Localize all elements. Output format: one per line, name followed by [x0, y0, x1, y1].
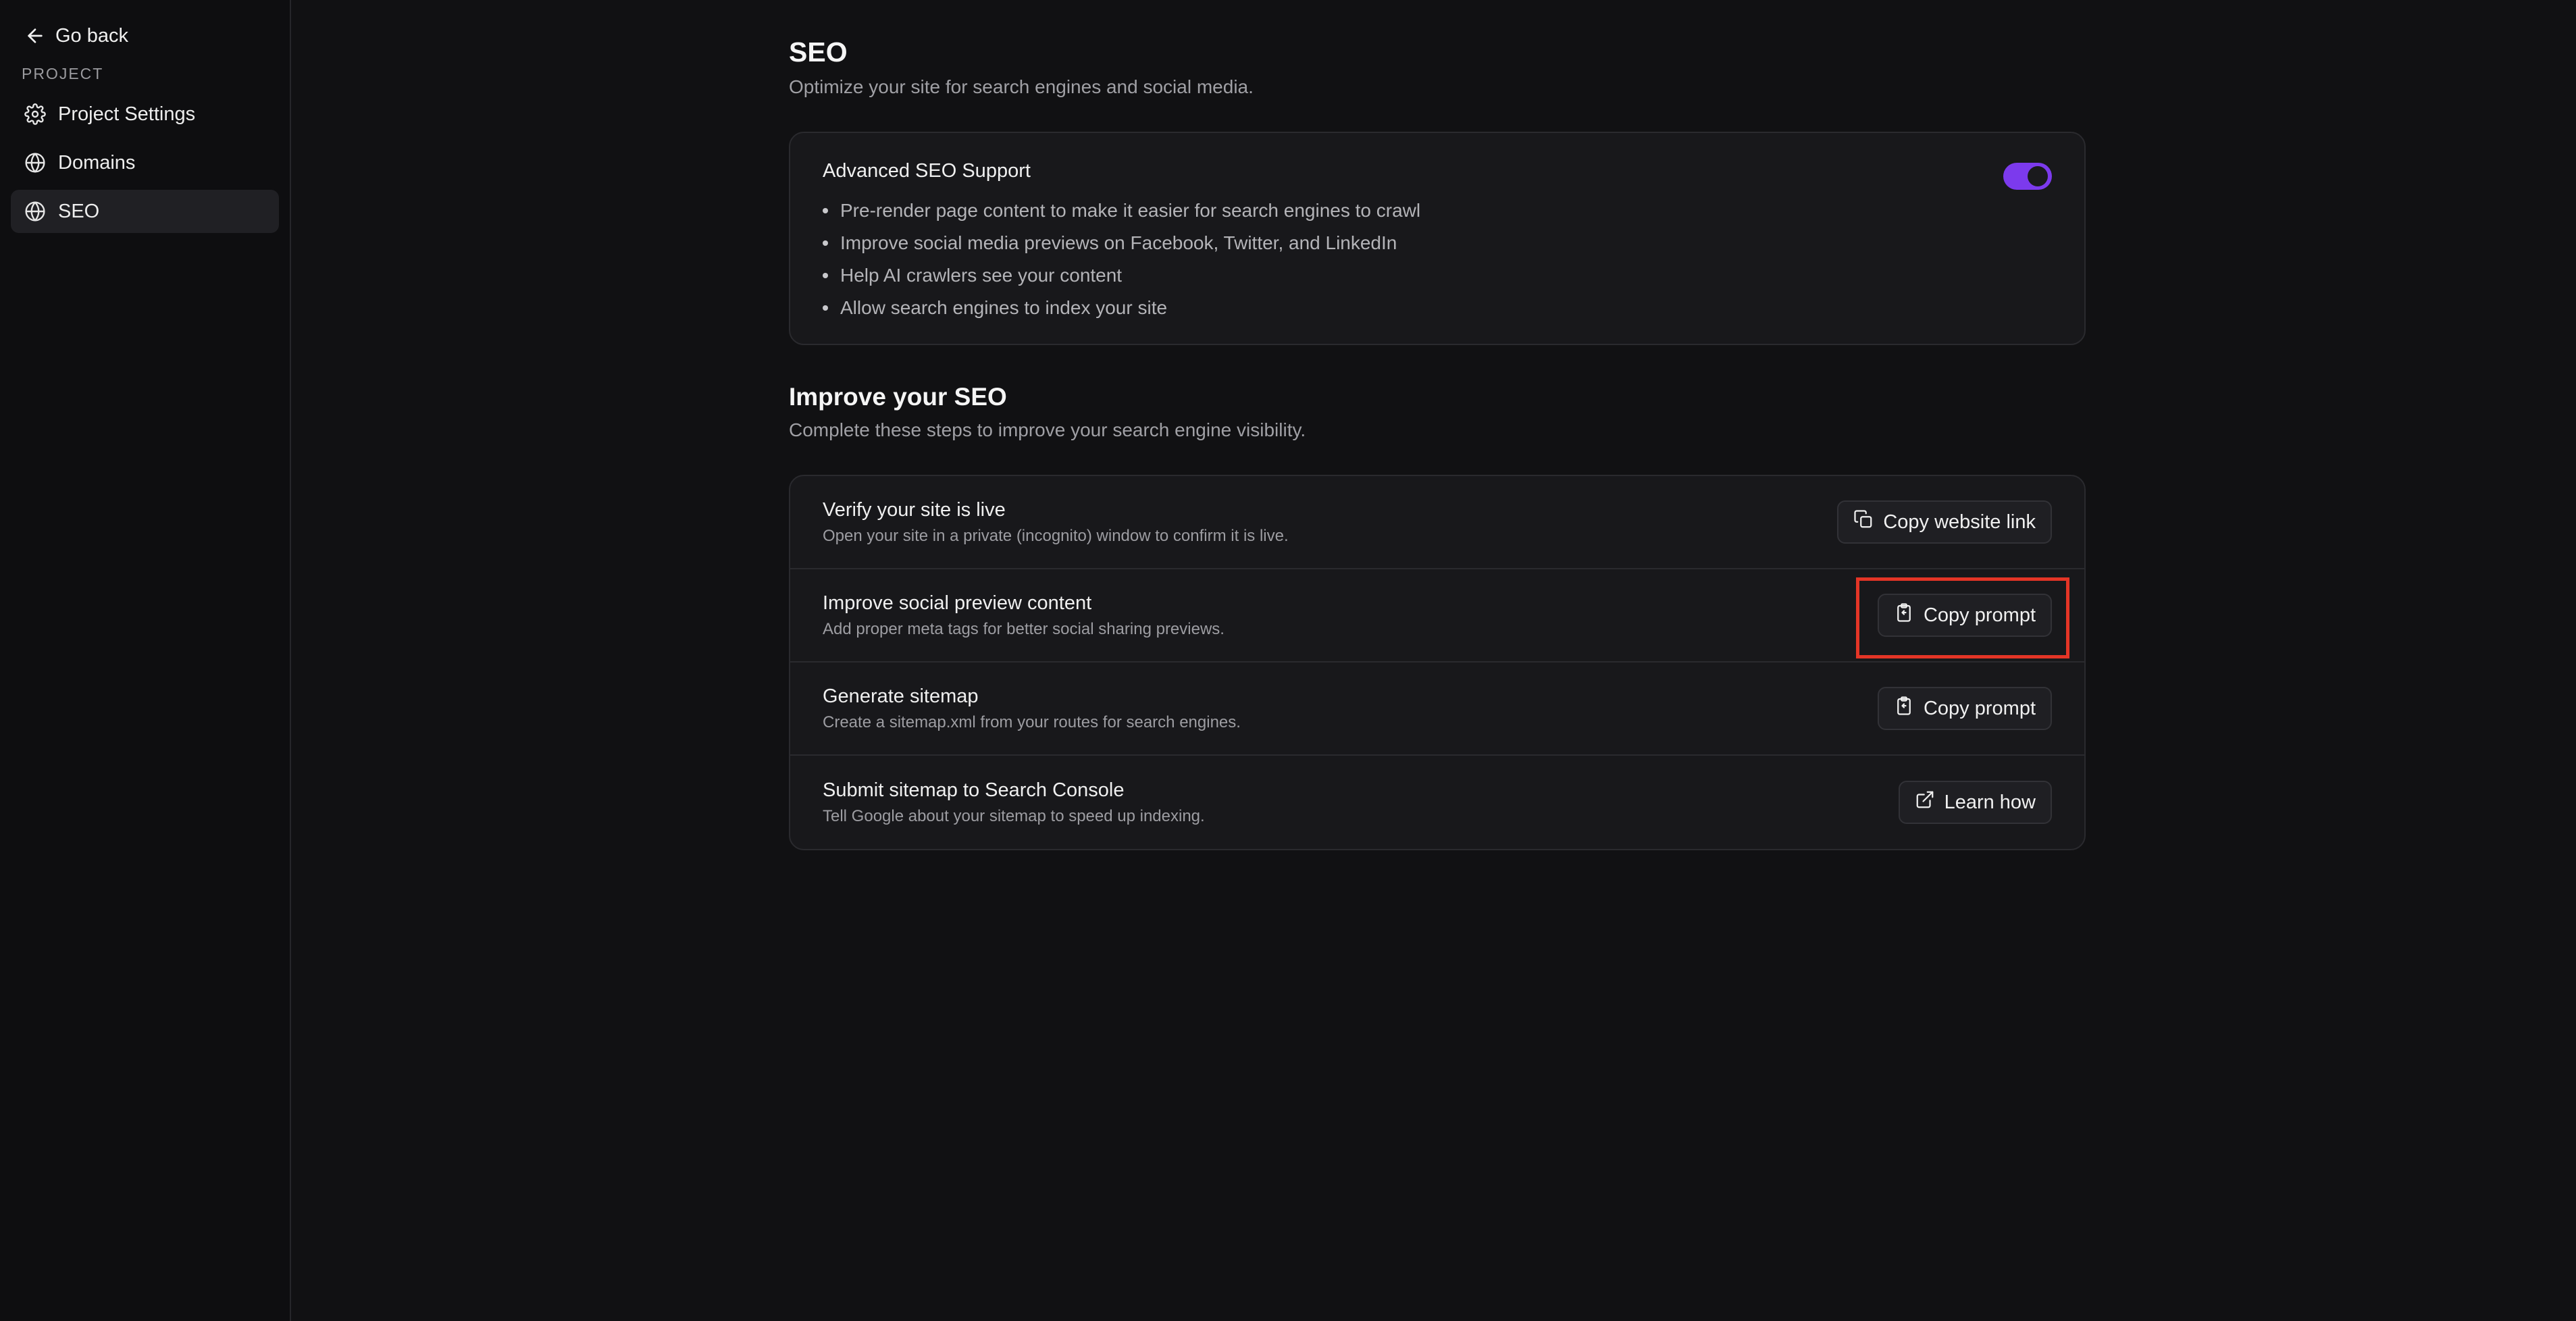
page-subtitle: Optimize your site for search engines an… [789, 76, 1254, 97]
step-description: Tell Google about your sitemap to speed … [823, 806, 1205, 825]
bullet-text: Pre-render page content to make it easie… [840, 200, 1421, 221]
step-social-preview: Improve social preview content Add prope… [790, 569, 2084, 663]
gear-icon [24, 103, 46, 125]
step-text: Verify your site is live Open your site … [823, 499, 1289, 546]
globe-icon [24, 152, 46, 174]
bullet-text: Improve social media previews on Faceboo… [840, 232, 1397, 253]
copy-prompt-button[interactable]: Copy prompt [1877, 687, 2052, 730]
step-title: Improve social preview content [823, 592, 1092, 614]
sidebar-item-domains[interactable]: Domains [11, 141, 279, 184]
globe-icon [24, 201, 46, 222]
advanced-seo-card: Advanced SEO Support Pre-render page con… [789, 132, 2086, 345]
external-link-icon [1915, 789, 1935, 815]
clipboard-icon [1894, 602, 1914, 628]
copy-prompt-button[interactable]: Copy prompt [1877, 594, 2052, 637]
step-title: Submit sitemap to Search Console [823, 779, 1125, 801]
app-root: Go back PROJECT Project Settings Domains… [0, 0, 2576, 1321]
go-back-label: Go back [55, 24, 128, 47]
bullet-dot [823, 305, 828, 311]
advanced-seo-bullets: Pre-render page content to make it easie… [823, 195, 2052, 324]
sidebar-section-label: PROJECT [22, 65, 104, 82]
seo-steps-card: Verify your site is live Open your site … [789, 475, 2086, 850]
step-title: Generate sitemap [823, 685, 979, 707]
sidebar-item-project-settings[interactable]: Project Settings [11, 93, 279, 136]
sidebar-item-label: SEO [58, 200, 100, 222]
list-item: Allow search engines to index your site [823, 292, 2052, 324]
learn-how-button[interactable]: Learn how [1898, 781, 2052, 824]
improve-seo-subtitle: Complete these steps to improve your sea… [789, 419, 1306, 440]
advanced-seo-title: Advanced SEO Support [823, 160, 1031, 182]
improve-seo-title: Improve your SEO [789, 383, 1007, 411]
step-submit-sitemap: Submit sitemap to Search Console Tell Go… [790, 756, 2084, 849]
go-back-button[interactable]: Go back [11, 20, 279, 51]
advanced-seo-toggle[interactable] [2003, 163, 2052, 190]
clipboard-icon [1894, 696, 1914, 721]
main-content: SEO Optimize your site for search engine… [291, 0, 2576, 1321]
list-item: Help AI crawlers see your content [823, 259, 2052, 292]
arrow-left-icon [24, 25, 46, 47]
step-description: Create a sitemap.xml from your routes fo… [823, 713, 1241, 731]
step-text: Submit sitemap to Search Console Tell Go… [823, 779, 1205, 826]
list-item: Improve social media previews on Faceboo… [823, 227, 2052, 259]
content-column: SEO Optimize your site for search engine… [789, 36, 2086, 850]
step-title: Verify your site is live [823, 498, 1006, 521]
bullet-dot [823, 240, 828, 246]
list-item: Pre-render page content to make it easie… [823, 195, 2052, 227]
button-label: Learn how [1944, 791, 2036, 813]
toggle-knob [2028, 166, 2048, 186]
bullet-text: Help AI crawlers see your content [840, 265, 1123, 286]
step-generate-sitemap: Generate sitemap Create a sitemap.xml fr… [790, 663, 2084, 756]
button-label: Copy prompt [1923, 697, 2036, 719]
bullet-text: Allow search engines to index your site [840, 297, 1168, 318]
step-verify-site: Verify your site is live Open your site … [790, 476, 2084, 569]
copy-icon [1853, 509, 1874, 535]
copy-website-link-button[interactable]: Copy website link [1837, 500, 2052, 544]
bullet-dot [823, 273, 828, 278]
sidebar-item-label: Domains [58, 151, 136, 174]
step-description: Add proper meta tags for better social s… [823, 619, 1225, 638]
step-description: Open your site in a private (incognito) … [823, 526, 1289, 545]
step-text: Generate sitemap Create a sitemap.xml fr… [823, 685, 1241, 732]
step-text: Improve social preview content Add prope… [823, 592, 1225, 639]
button-label: Copy prompt [1923, 604, 2036, 626]
bullet-dot [823, 208, 828, 213]
button-label: Copy website link [1883, 511, 2036, 533]
sidebar: Go back PROJECT Project Settings Domains… [0, 0, 291, 1321]
sidebar-item-seo[interactable]: SEO [11, 190, 279, 233]
sidebar-item-label: Project Settings [58, 103, 196, 125]
page-title: SEO [789, 36, 848, 68]
